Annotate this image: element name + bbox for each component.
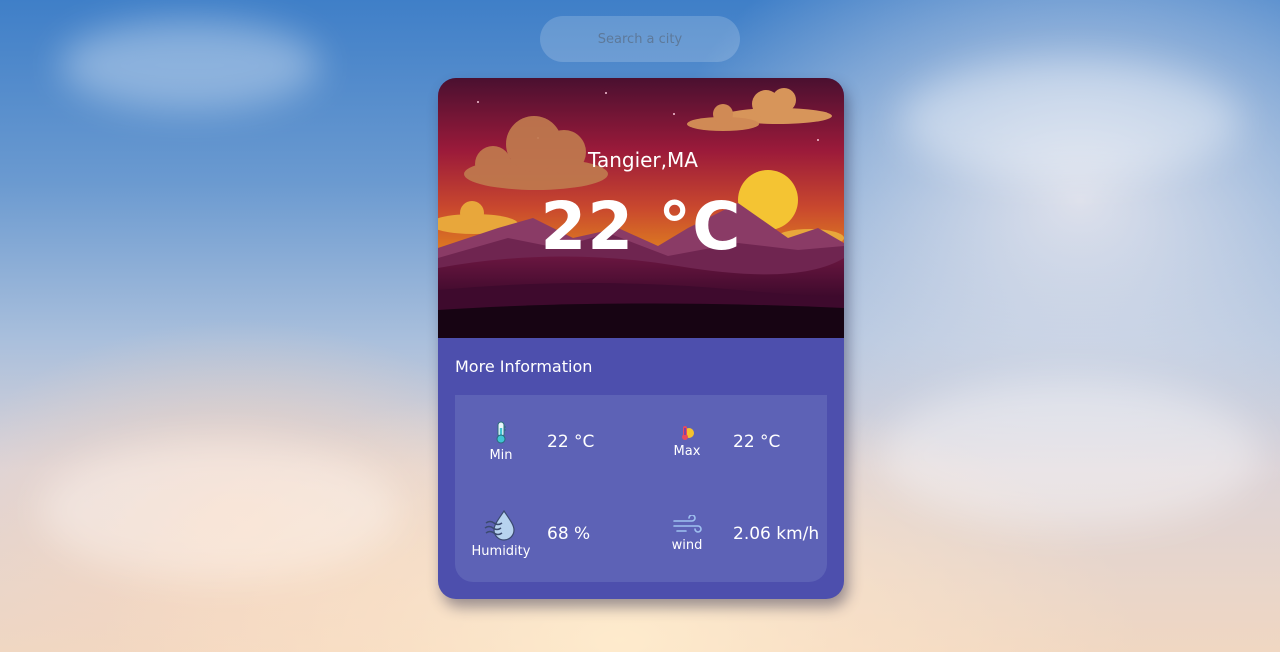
thermometer-icon [496, 421, 506, 444]
sky-cloud [60, 20, 320, 110]
sky-cloud [900, 60, 1240, 180]
min-label: Min [489, 448, 513, 463]
humidity-label: Humidity [471, 544, 531, 559]
wind-icon-group: wind [641, 515, 733, 553]
weather-card: Tangier,MA 22 °C More Information Min 22… [438, 78, 844, 599]
sky-cloud [40, 440, 400, 580]
wind-icon [673, 515, 702, 533]
city-name: Tangier,MA [588, 148, 698, 172]
min-value: 22 °C [547, 432, 595, 452]
more-information-panel: Min 22 °C Max 22 °C Humidity 68 % wind 2… [455, 395, 827, 582]
max-temperature-icon-group: Max [641, 425, 733, 459]
humidity-icon-group: Humidity [455, 509, 547, 559]
max-temperature-item: Max 22 °C [641, 425, 780, 459]
wind-label: wind [671, 538, 703, 553]
max-value: 22 °C [733, 432, 781, 452]
hot-thermometer-icon [682, 426, 694, 440]
search-bar [540, 16, 740, 62]
min-temperature-item: Min 22 °C [455, 421, 594, 463]
humidity-drop-icon [484, 509, 515, 541]
weather-hero: Tangier,MA 22 °C [438, 78, 844, 338]
more-information-heading: More Information [455, 357, 593, 376]
current-temperature: 22 °C [540, 188, 742, 265]
search-input[interactable] [548, 30, 732, 48]
sky-cloud [880, 380, 1260, 530]
humidity-value: 68 % [547, 524, 591, 544]
humidity-item: Humidity 68 % [455, 509, 590, 559]
max-label: Max [673, 444, 701, 459]
min-temperature-icon-group: Min [455, 421, 547, 463]
wind-value: 2.06 km/h [733, 524, 820, 544]
wind-item: wind 2.06 km/h [641, 515, 819, 553]
